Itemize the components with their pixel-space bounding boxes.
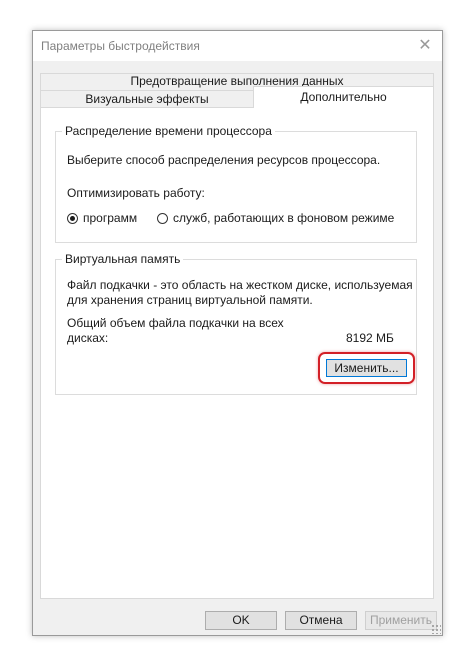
radio-background-services-indicator[interactable]: [157, 212, 168, 224]
window-title: Параметры быстродействия: [41, 39, 200, 53]
tab-visual-effects[interactable]: Визуальные эффекты: [40, 90, 254, 108]
change-button-highlight: Изменить...: [318, 352, 415, 384]
paging-file-total-value: 8192 МБ: [346, 331, 394, 345]
optimize-label: Оптимизировать работу:: [67, 186, 205, 200]
virtual-memory-description-line2: для хранения страниц виртуальной памяти.: [67, 293, 313, 307]
tab-advanced[interactable]: Дополнительно: [253, 86, 434, 108]
radio-programs-label: программ: [83, 211, 138, 225]
radio-background-services-label: служб, работающих в фоновом режиме: [173, 211, 395, 225]
processor-scheduling-title: Распределение времени процессора: [62, 124, 275, 138]
radio-programs[interactable]: программ: [67, 211, 137, 225]
performance-options-window: Параметры быстродействия ✕ Предотвращени…: [32, 30, 443, 636]
virtual-memory-description-line1: Файл подкачки - это область на жестком д…: [67, 278, 413, 292]
ok-button[interactable]: OK: [205, 611, 277, 630]
processor-scheduling-description: Выберите способ распределения ресурсов п…: [67, 153, 381, 167]
cancel-button[interactable]: Отмена: [285, 611, 357, 630]
change-button[interactable]: Изменить...: [326, 359, 407, 377]
apply-button[interactable]: Применить: [365, 611, 437, 630]
radio-programs-indicator[interactable]: [67, 212, 78, 224]
tab-panel-advanced: Распределение времени процессора Выберит…: [40, 107, 434, 599]
close-icon[interactable]: ✕: [408, 31, 442, 61]
paging-file-total-label-line2: дисках:: [67, 331, 109, 345]
virtual-memory-title: Виртуальная память: [62, 252, 184, 266]
radio-background-services[interactable]: служб, работающих в фоновом режиме: [157, 211, 394, 225]
processor-scheduling-group: Распределение времени процессора Выберит…: [55, 124, 417, 243]
paging-file-total-label-line1: Общий объем файла подкачки на всех: [67, 316, 284, 330]
virtual-memory-group: Виртуальная память Файл подкачки - это о…: [55, 252, 417, 395]
title-bar[interactable]: Параметры быстродействия ✕: [33, 31, 442, 61]
resize-grip[interactable]: [431, 624, 441, 634]
